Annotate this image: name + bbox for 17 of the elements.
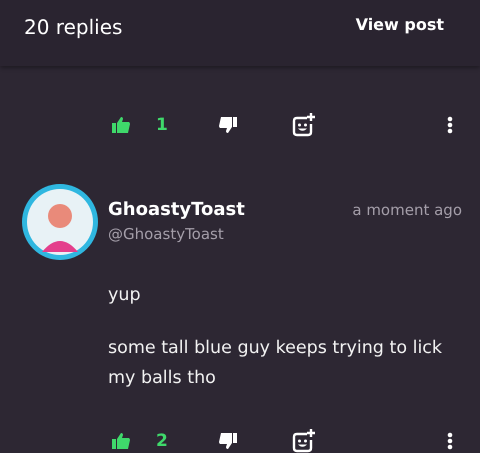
add-reaction-icon[interactable]: [292, 113, 316, 137]
like-count: 1: [156, 115, 169, 135]
author-handle: @GhoastyToast: [108, 224, 225, 245]
like-count: 2: [156, 431, 169, 451]
author-name[interactable]: GhoastyToast: [108, 198, 245, 222]
timestamp: a moment ago: [352, 201, 462, 219]
thumbs-down-icon[interactable]: [219, 117, 237, 133]
comment-text: yup: [108, 284, 142, 307]
thumbs-down-icon[interactable]: [219, 433, 237, 449]
thumbs-up-icon[interactable]: [112, 433, 130, 449]
more-options-icon[interactable]: [447, 116, 453, 134]
comment-text: some tall blue guy keeps trying to lick my balls tho: [108, 337, 444, 390]
view-post-link[interactable]: View post: [356, 13, 444, 37]
replies-count: 20 replies: [24, 14, 122, 40]
add-reaction-icon[interactable]: [292, 429, 316, 453]
thumbs-up-icon[interactable]: [112, 117, 130, 133]
more-options-icon[interactable]: [447, 432, 453, 450]
